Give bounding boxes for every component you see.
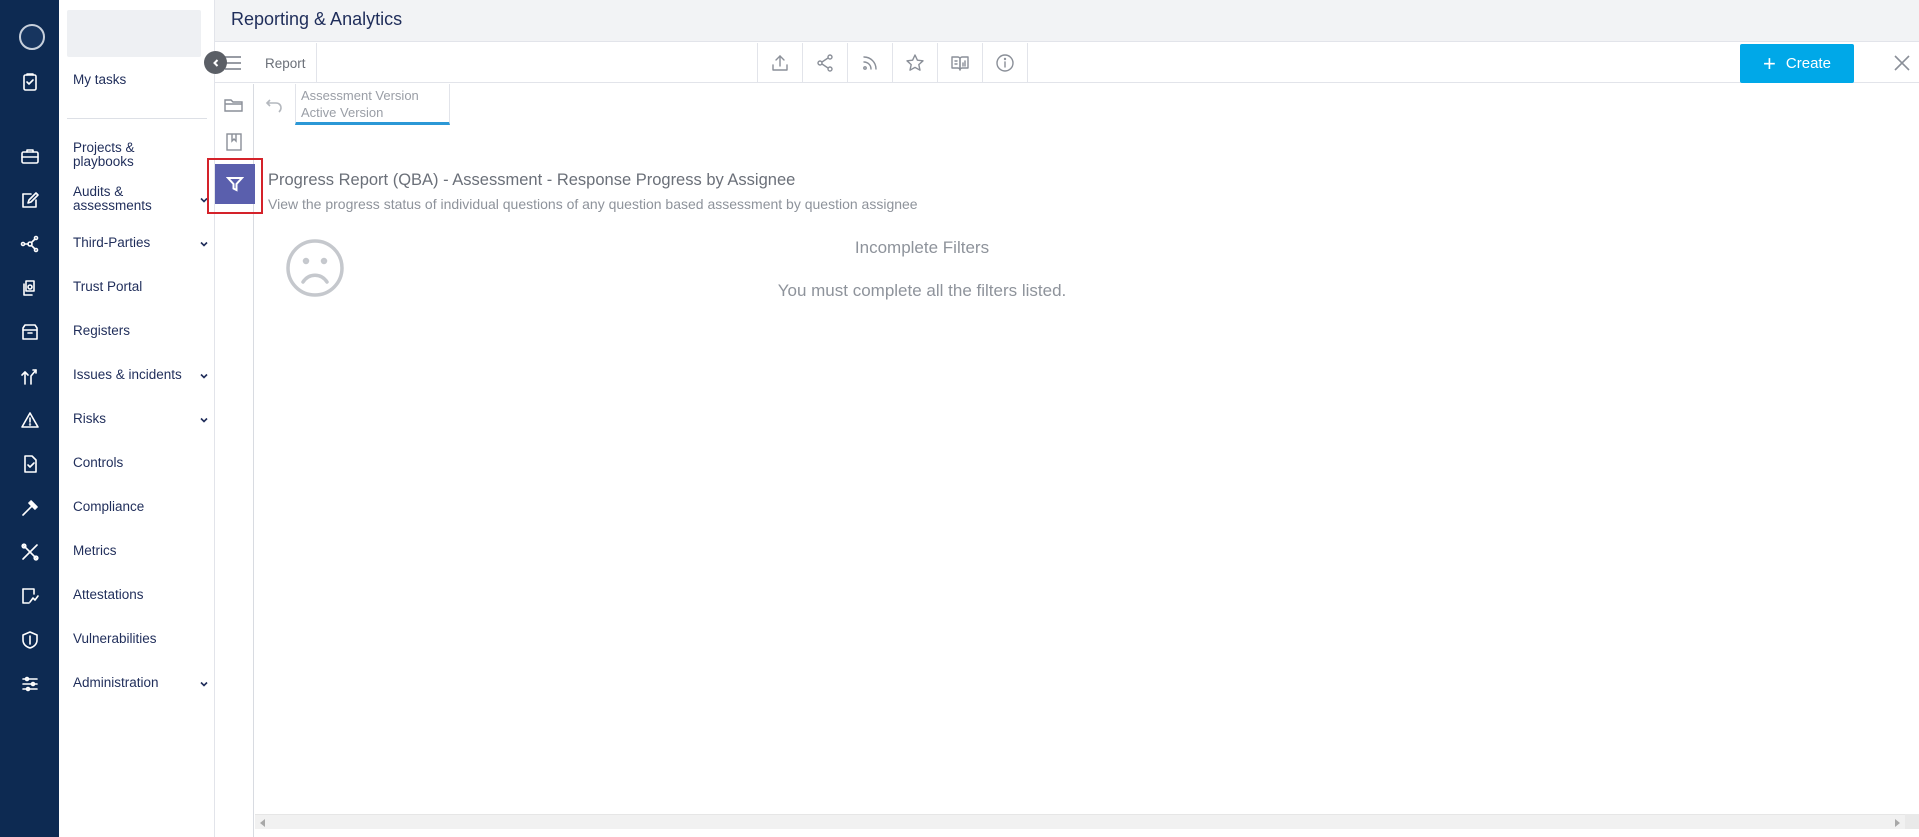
nav-item-controls[interactable]: Controls bbox=[73, 456, 207, 470]
nav-item-label: My tasks bbox=[73, 72, 127, 87]
nav-item-label: Administration bbox=[73, 675, 159, 690]
nav-item-label: Registers bbox=[73, 323, 131, 338]
nav-item-audits-assessments[interactable]: Audits & assessments bbox=[73, 184, 208, 213]
report-title: Progress Report (QBA) - Assessment - Res… bbox=[268, 171, 796, 189]
report-tab[interactable]: Report bbox=[255, 43, 317, 83]
empty-state-title: Incomplete Filters bbox=[854, 238, 990, 257]
nav-item-label: Metrics bbox=[73, 543, 117, 558]
nav-item-label: Compliance bbox=[73, 499, 145, 514]
tasks-icon[interactable] bbox=[18, 70, 42, 94]
company-logo bbox=[67, 10, 201, 57]
nav-item-trust-portal[interactable]: Trust Portal bbox=[73, 280, 207, 294]
nav-item-registers[interactable]: Registers bbox=[73, 324, 207, 338]
checklist-icon[interactable] bbox=[18, 452, 42, 476]
nav-item-risks[interactable]: Risks bbox=[73, 411, 209, 426]
network-icon[interactable] bbox=[18, 232, 42, 256]
collapse-nav-button[interactable] bbox=[204, 51, 227, 74]
plus-icon: + bbox=[1763, 50, 1776, 76]
report-description: View the progress status of individual q… bbox=[268, 196, 918, 212]
nav-item-label: Trust Portal bbox=[73, 279, 143, 294]
assessment-version-label: Assessment Version bbox=[301, 88, 419, 103]
bookmark-icon[interactable] bbox=[221, 129, 247, 155]
page-title: Reporting & Analytics bbox=[231, 9, 403, 29]
nav-item-administration[interactable]: Administration bbox=[73, 675, 209, 690]
nav-item-projects-playbooks[interactable]: Projects & playbooks bbox=[73, 141, 207, 169]
sliders-icon[interactable] bbox=[18, 672, 42, 696]
folder-icon[interactable] bbox=[221, 92, 247, 118]
report-toolbar: Report + Create bbox=[215, 43, 1919, 83]
report-content: Assessment Version Active Version Progre… bbox=[255, 84, 1919, 814]
briefcase-icon[interactable] bbox=[18, 144, 42, 168]
nav-item-my-tasks[interactable]: My tasks bbox=[73, 73, 207, 87]
shield-icon[interactable] bbox=[18, 628, 42, 652]
chart-doc-icon[interactable] bbox=[18, 584, 42, 608]
nav-item-label: Risks bbox=[73, 411, 106, 426]
horizontal-scrollbar[interactable] bbox=[255, 814, 1905, 829]
main-nav: My tasks Projects & playbooks Audits & a… bbox=[59, 0, 215, 837]
edit-icon[interactable] bbox=[18, 188, 42, 212]
app-rail bbox=[0, 0, 59, 837]
empty-state-message: You must complete all the filters listed… bbox=[777, 281, 1067, 300]
star-icon[interactable] bbox=[893, 43, 938, 83]
upload-icon[interactable] bbox=[758, 43, 803, 83]
share-icon[interactable] bbox=[803, 43, 848, 83]
nav-item-attestations[interactable]: Attestations bbox=[73, 588, 207, 602]
nav-divider bbox=[67, 118, 207, 119]
nav-item-vulnerabilities[interactable]: Vulnerabilities bbox=[73, 632, 207, 646]
scroll-right-icon[interactable] bbox=[1895, 819, 1900, 827]
scroll-left-icon[interactable] bbox=[260, 819, 265, 827]
nav-item-label: Controls bbox=[73, 455, 124, 470]
tools-icon[interactable] bbox=[18, 540, 42, 564]
chevron-down-icon bbox=[199, 370, 209, 380]
active-version-value: Active Version bbox=[301, 105, 384, 120]
nav-item-label: Third-Parties bbox=[73, 235, 151, 250]
chevron-down-icon bbox=[199, 238, 209, 248]
chevron-down-icon bbox=[199, 414, 209, 424]
nav-item-label: Attestations bbox=[73, 587, 144, 602]
chevron-down-icon bbox=[199, 678, 209, 688]
nav-item-third-parties[interactable]: Third-Parties bbox=[73, 235, 209, 250]
user-avatar[interactable] bbox=[19, 24, 45, 50]
close-icon[interactable] bbox=[1892, 53, 1912, 73]
nav-item-issues-incidents[interactable]: Issues & incidents bbox=[73, 367, 209, 382]
nav-item-label: Projects & playbooks bbox=[73, 140, 135, 169]
warning-icon[interactable] bbox=[18, 408, 42, 432]
documents-icon[interactable] bbox=[18, 276, 42, 300]
assessment-version-tab[interactable]: Assessment Version Active Version bbox=[295, 84, 450, 125]
nav-item-label: Audits & assessments bbox=[73, 184, 152, 213]
nav-item-metrics[interactable]: Metrics bbox=[73, 544, 207, 558]
nav-item-label: Vulnerabilities bbox=[73, 631, 157, 646]
gavel-icon[interactable] bbox=[18, 496, 42, 520]
info-icon[interactable] bbox=[983, 43, 1028, 83]
create-button-label: Create bbox=[1785, 55, 1831, 72]
rss-icon[interactable] bbox=[848, 43, 893, 83]
create-button[interactable]: + Create bbox=[1740, 44, 1854, 83]
archive-icon[interactable] bbox=[18, 320, 42, 344]
nav-item-label: Issues & incidents bbox=[73, 367, 182, 382]
undo-icon[interactable] bbox=[265, 96, 285, 116]
toolbar-actions bbox=[757, 43, 1028, 83]
bottom-spacer bbox=[255, 829, 1919, 837]
nav-item-compliance[interactable]: Compliance bbox=[73, 500, 207, 514]
page-header: Reporting & Analytics bbox=[215, 0, 1919, 42]
book-chart-icon[interactable] bbox=[938, 43, 983, 83]
growth-icon[interactable] bbox=[18, 364, 42, 388]
chevron-left-icon bbox=[212, 58, 218, 67]
